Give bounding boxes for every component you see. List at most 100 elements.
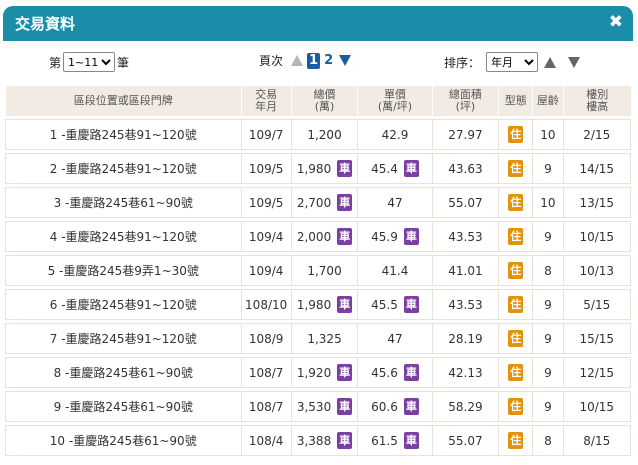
cell-unit-price: 41.4 bbox=[357, 255, 432, 286]
cell-age: 10 bbox=[532, 187, 563, 218]
residential-badge-icon[interactable]: 住 bbox=[508, 194, 524, 211]
sort-select[interactable]: 年月 bbox=[486, 52, 539, 72]
cell-age: 9 bbox=[532, 323, 563, 354]
residential-badge-icon[interactable]: 住 bbox=[508, 126, 524, 143]
residential-badge-icon[interactable]: 住 bbox=[508, 398, 524, 415]
cell-floor: 10/15 bbox=[562, 221, 631, 252]
cell-total-price: 1,200 bbox=[290, 119, 358, 150]
cell-total-price-wrap: 1,980 車 bbox=[296, 296, 353, 313]
residential-badge-icon[interactable]: 住 bbox=[508, 296, 524, 313]
table-row[interactable]: 9 -重慶路245巷61~90號 108/7 3,530 車 60.6 車 58.29 住 9 1… bbox=[5, 391, 631, 422]
sort-control: 排序： 年月 bbox=[444, 52, 581, 72]
parking-badge-icon[interactable]: 車 bbox=[403, 228, 419, 245]
header-total-price[interactable]: 總價 (萬) bbox=[290, 86, 358, 116]
table-row[interactable]: 10 -重慶路245巷61~90號 108/4 3,388 車 61.5 車 55.07 住 8… bbox=[5, 425, 631, 456]
cell-age: 9 bbox=[532, 153, 563, 184]
cell-area: 27.97 bbox=[431, 119, 499, 150]
table-row[interactable]: 4 -重慶路245巷91~120號 109/4 2,000 車 45.9 車 43.53 住 9… bbox=[5, 221, 631, 252]
cell-total-price: 2,000 車 bbox=[290, 221, 358, 252]
cell-total-price-value: 3,530 bbox=[296, 399, 332, 414]
cell-total-price: 1,920 車 bbox=[290, 357, 358, 388]
cell-area: 41.01 bbox=[431, 255, 499, 286]
cell-date: 108/7 bbox=[240, 391, 291, 422]
cell-unit-price-value: 45.9 bbox=[371, 229, 398, 244]
parking-badge-icon[interactable]: 車 bbox=[337, 228, 353, 245]
page-range-select[interactable]: 1~11 bbox=[63, 52, 116, 72]
residential-badge-icon[interactable]: 住 bbox=[508, 364, 524, 381]
prev-page-icon[interactable] bbox=[291, 55, 304, 66]
parking-badge-icon[interactable]: 車 bbox=[337, 432, 353, 449]
header-unit-price[interactable]: 單價 (萬/坪) bbox=[357, 86, 432, 116]
table-row[interactable]: 8 -重慶路245巷61~90號 108/7 1,920 車 45.6 車 42.13 住 9 1… bbox=[5, 357, 631, 388]
cell-floor: 5/15 bbox=[562, 289, 631, 320]
residential-badge-icon[interactable]: 住 bbox=[508, 228, 524, 245]
cell-total-price-value: 1,200 bbox=[307, 127, 342, 142]
residential-badge-icon[interactable]: 住 bbox=[508, 330, 524, 347]
cell-unit-price-value: 45.5 bbox=[371, 297, 398, 312]
residential-badge-icon[interactable]: 住 bbox=[508, 262, 524, 279]
parking-badge-icon[interactable]: 車 bbox=[403, 296, 419, 313]
header-date[interactable]: 交易 年月 bbox=[240, 86, 291, 116]
cell-unit-price: 45.5 車 bbox=[357, 289, 432, 320]
cell-date: 109/4 bbox=[240, 221, 291, 252]
cell-date: 109/7 bbox=[240, 119, 291, 150]
cell-unit-price-value: 60.6 bbox=[371, 399, 398, 414]
table-row[interactable]: 3 -重慶路245巷61~90號 109/5 2,700 車 47 55.07 住 10 13/… bbox=[5, 187, 631, 218]
parking-badge-icon[interactable]: 車 bbox=[337, 194, 353, 211]
page-1-link[interactable]: 1 bbox=[307, 52, 321, 69]
cell-area: 43.53 bbox=[431, 289, 499, 320]
parking-badge-icon[interactable]: 車 bbox=[403, 160, 419, 177]
sort-desc-icon[interactable] bbox=[568, 56, 581, 68]
cell-floor: 12/15 bbox=[562, 357, 631, 388]
next-page-icon[interactable] bbox=[339, 55, 352, 66]
parking-badge-icon[interactable]: 車 bbox=[337, 296, 353, 313]
parking-badge-icon[interactable]: 車 bbox=[403, 364, 419, 381]
dialog-title: 交易資料 bbox=[15, 15, 76, 33]
cell-date: 108/4 bbox=[240, 425, 291, 456]
page-prefix: 第 bbox=[49, 55, 62, 70]
cell-area: 43.53 bbox=[431, 221, 499, 252]
cell-type: 住 bbox=[498, 289, 533, 320]
cell-total-price-value: 1,980 bbox=[296, 297, 332, 312]
table-row[interactable]: 1 -重慶路245巷91~120號 109/7 1,200 42.9 27.97 住 10 2… bbox=[5, 119, 631, 150]
cell-total-price: 1,700 bbox=[290, 255, 358, 286]
cell-unit-price-wrap: 60.6 車 bbox=[371, 398, 419, 415]
table-row[interactable]: 6 -重慶路245巷91~120號 108/10 1,980 車 45.5 車 43.53 住… bbox=[5, 289, 631, 320]
header-floor[interactable]: 樓別 樓高 bbox=[562, 86, 631, 116]
cell-area: 42.13 bbox=[431, 357, 499, 388]
cell-type: 住 bbox=[498, 357, 533, 388]
header-area[interactable]: 總面積 (坪) bbox=[431, 86, 499, 116]
residential-badge-icon[interactable]: 住 bbox=[508, 160, 524, 177]
cell-address: 10 -重慶路245巷61~90號 bbox=[5, 425, 241, 456]
residential-badge-icon[interactable]: 住 bbox=[508, 432, 524, 449]
sort-asc-icon[interactable] bbox=[544, 56, 557, 68]
cell-type: 住 bbox=[498, 425, 533, 456]
cell-address: 4 -重慶路245巷91~120號 bbox=[5, 221, 241, 252]
table-row[interactable]: 5 -重慶路245巷9弄1~30號 109/4 1,700 41.4 41.01 住 8 10… bbox=[5, 255, 631, 286]
page-2-link[interactable]: 2 bbox=[324, 53, 333, 68]
cell-total-price-value: 1,325 bbox=[307, 331, 342, 346]
cell-date: 109/5 bbox=[240, 187, 291, 218]
cell-area: 55.07 bbox=[431, 425, 499, 456]
table-row[interactable]: 2 -重慶路245巷91~120號 109/5 1,980 車 45.4 車 43.63 住 9… bbox=[5, 153, 631, 184]
parking-badge-icon[interactable]: 車 bbox=[337, 160, 353, 177]
cell-type: 住 bbox=[498, 221, 533, 252]
cell-total-price: 1,980 車 bbox=[290, 289, 358, 320]
parking-badge-icon[interactable]: 車 bbox=[403, 398, 419, 415]
close-icon[interactable]: ✖ bbox=[609, 12, 623, 32]
table-header-row: 區段位置或區段門牌 交易 年月 總價 (萬) 單價 (萬/坪) 總面積 (坪) 型態 屋… bbox=[5, 86, 631, 116]
parking-badge-icon[interactable]: 車 bbox=[337, 398, 353, 415]
pager-label: 頁次 bbox=[259, 54, 284, 68]
parking-badge-icon[interactable]: 車 bbox=[403, 432, 419, 449]
cell-total-price: 1,980 車 bbox=[290, 153, 358, 184]
cell-unit-price: 45.6 車 bbox=[357, 357, 432, 388]
cell-total-price-value: 2,700 bbox=[296, 195, 332, 210]
header-address[interactable]: 區段位置或區段門牌 bbox=[5, 86, 241, 116]
header-type[interactable]: 型態 bbox=[498, 86, 533, 116]
cell-age: 9 bbox=[532, 221, 563, 252]
table-row[interactable]: 7 -重慶路245巷91~120號 108/9 1,325 47 28.19 住 9 15/1… bbox=[5, 323, 631, 354]
header-age[interactable]: 屋齡 bbox=[532, 86, 563, 116]
parking-badge-icon[interactable]: 車 bbox=[337, 364, 353, 381]
cell-floor: 14/15 bbox=[562, 153, 631, 184]
cell-area: 28.19 bbox=[431, 323, 499, 354]
